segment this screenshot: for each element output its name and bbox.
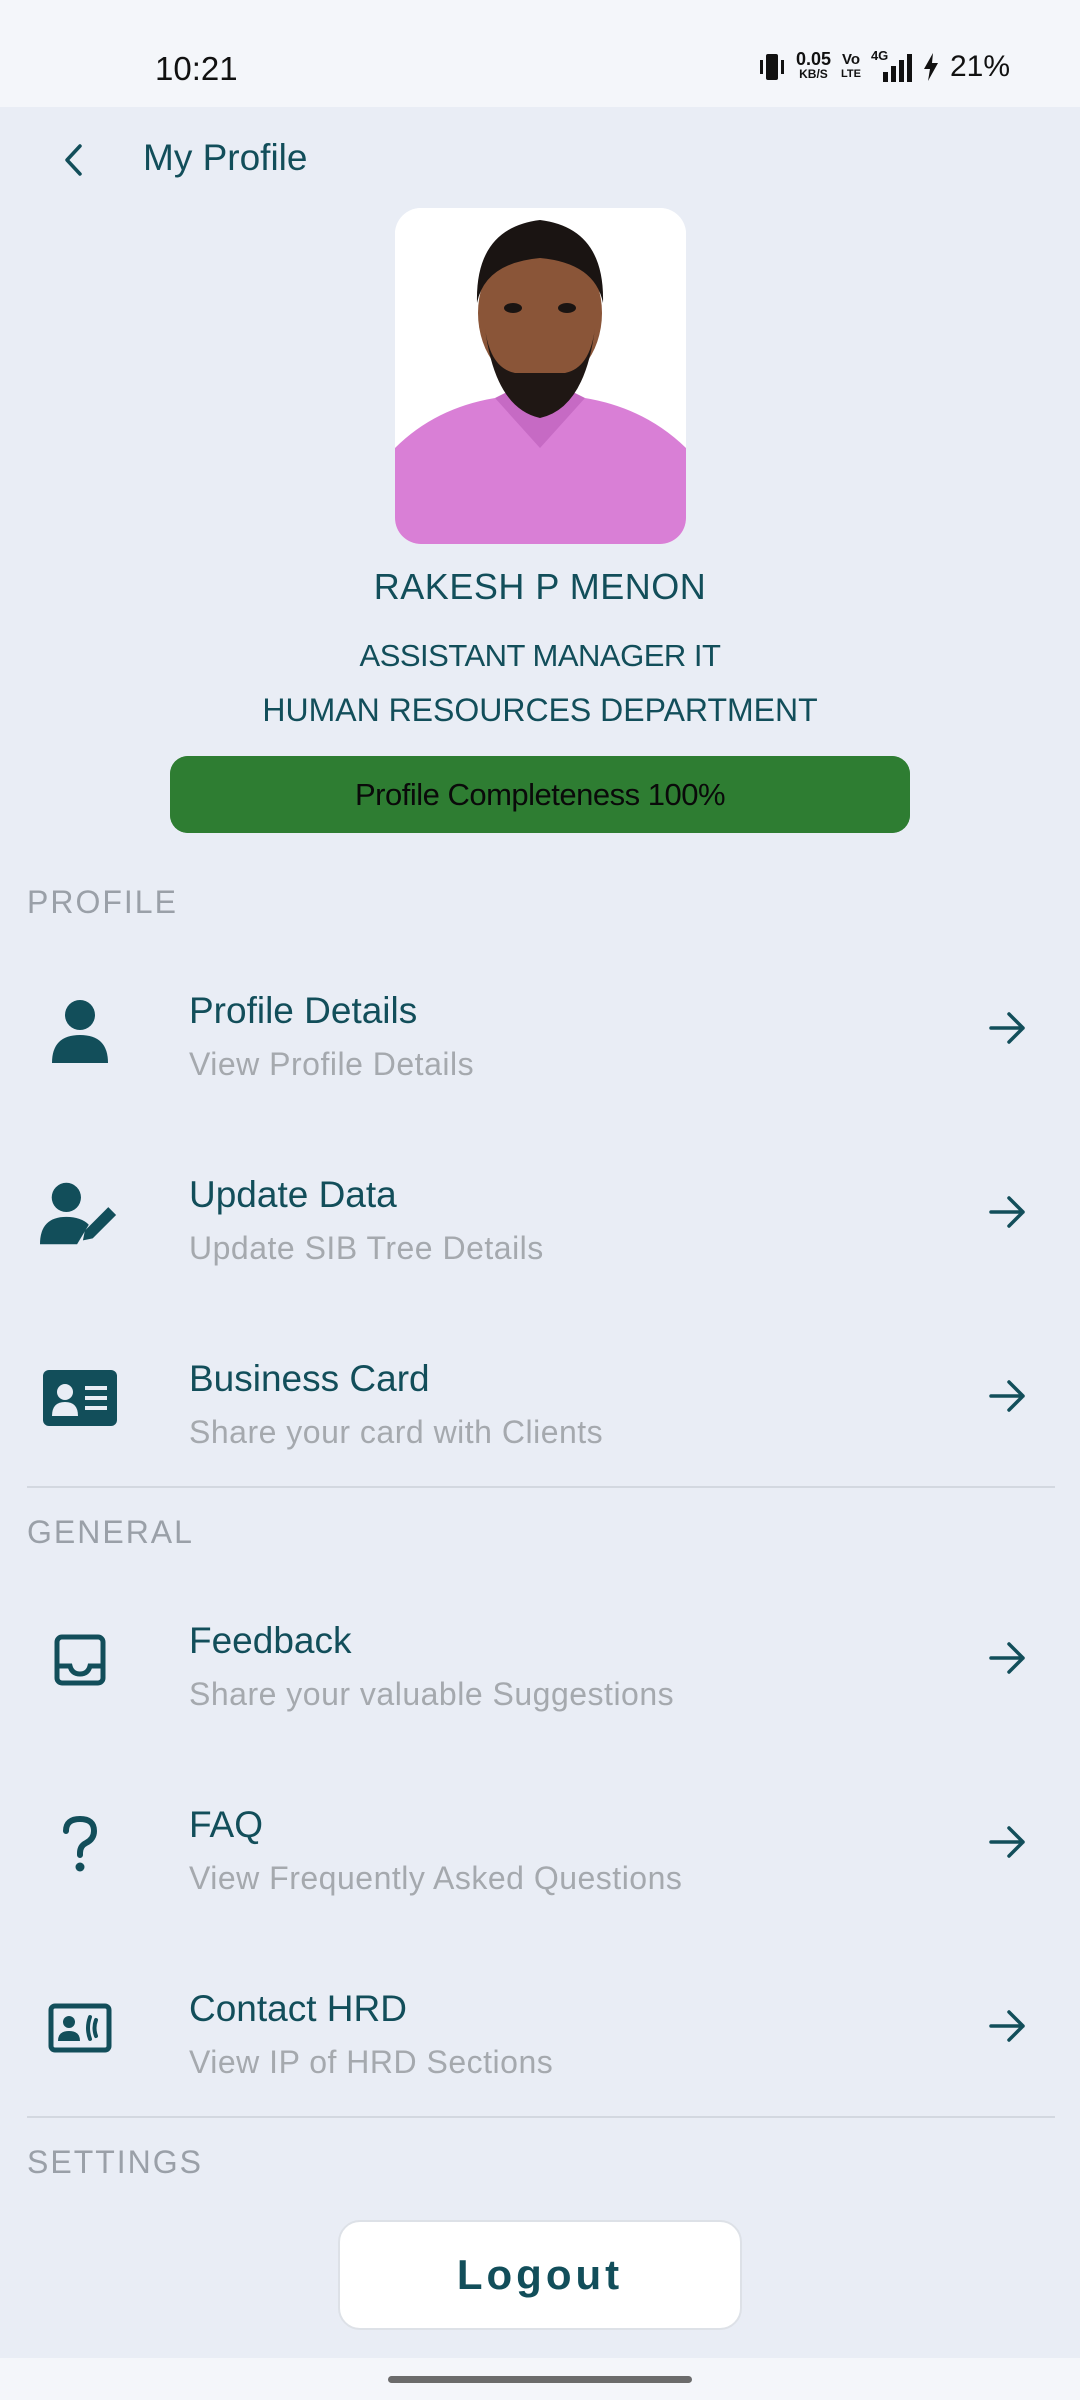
status-time: 10:21 [155,50,238,87]
network-type: 4G [870,48,889,63]
section-divider [27,2116,1055,2118]
home-indicator[interactable] [388,2376,692,2383]
volte-bottom: LTE [840,68,861,80]
menu-item-business-card[interactable]: Business Card Share your card with Clien… [0,1338,1080,1488]
arrow-right-icon [989,1196,1025,1228]
arrow-right-icon [989,1012,1025,1044]
menu-item-label: Update Data [189,1174,397,1215]
menu-item-faq[interactable]: FAQ View Frequently Asked Questions [0,1784,1080,1934]
arrow-right-icon [989,2010,1025,2042]
menu-item-sublabel: View Frequently Asked Questions [189,1860,683,1896]
app-bar: My Profile [0,107,1080,212]
page-title: My Profile [143,137,308,178]
completeness-label: Profile Completeness 100% [354,776,726,812]
id-card-icon [40,1358,120,1438]
section-header-profile: PROFILE [27,884,178,920]
charging-icon [923,53,938,81]
arrow-right-icon [989,1642,1025,1674]
menu-item-label: FAQ [189,1804,264,1845]
section-header-general: GENERAL [27,1514,194,1550]
chevron-left-icon [64,143,82,176]
menu-item-sublabel: Share your card with Clients [189,1414,604,1450]
battery-percent: 21% [949,50,1010,83]
contact-phone-icon [40,1988,120,2068]
profile-completeness-bar: Profile Completeness 100% [170,756,910,833]
person-icon [40,990,120,1070]
section-divider [27,1486,1055,1488]
employee-department: HUMAN RESOURCES DEPARTMENT [262,692,818,728]
arrow-right-icon [989,1380,1025,1412]
menu-item-feedback[interactable]: Feedback Share your valuable Suggestions [0,1600,1080,1750]
status-icons: 0.05 KB/S Vo LTE 4G 21% [758,48,1010,84]
menu-item-sublabel: Share your valuable Suggestions [189,1676,675,1712]
logout-button[interactable]: Logout [338,2220,742,2330]
section-header-settings: SETTINGS [27,2144,204,2180]
menu-item-profile-details[interactable]: Profile Details View Profile Details [0,970,1080,1120]
vibrate-icon [759,54,784,80]
inbox-icon [40,1620,120,1700]
menu-item-update-data[interactable]: Update Data Update SIB Tree Details [0,1154,1080,1304]
status-bar: 10:21 0.05 KB/S Vo LTE 4G 21% [0,0,1080,107]
employee-name: RAKESH P MENON [373,566,707,607]
volte-top: Vo [841,51,860,68]
signal-icon: 4G [871,48,912,82]
menu-item-sublabel: View IP of HRD Sections [189,2044,554,2080]
menu-item-contact-hrd[interactable]: Contact HRD View IP of HRD Sections [0,1968,1080,2118]
profile-photo [395,208,686,544]
net-speed-unit: KB/S [799,67,828,81]
volte-indicator: Vo LTE [841,52,861,82]
menu-item-label: Contact HRD [189,1988,407,2029]
net-speed-value: 0.05 [795,49,831,69]
question-icon [40,1804,120,1884]
employee-designation: ASSISTANT MANAGER IT [359,638,721,673]
menu-item-sublabel: Update SIB Tree Details [189,1230,544,1266]
back-button[interactable] [50,137,95,182]
net-speed: 0.05 KB/S [795,49,831,82]
menu-item-label: Business Card [189,1358,430,1399]
menu-item-sublabel: View Profile Details [189,1046,475,1082]
arrow-right-icon [989,1826,1025,1858]
menu-item-label: Feedback [189,1620,352,1661]
user-edit-icon [40,1174,120,1254]
menu-item-label: Profile Details [189,990,418,1031]
